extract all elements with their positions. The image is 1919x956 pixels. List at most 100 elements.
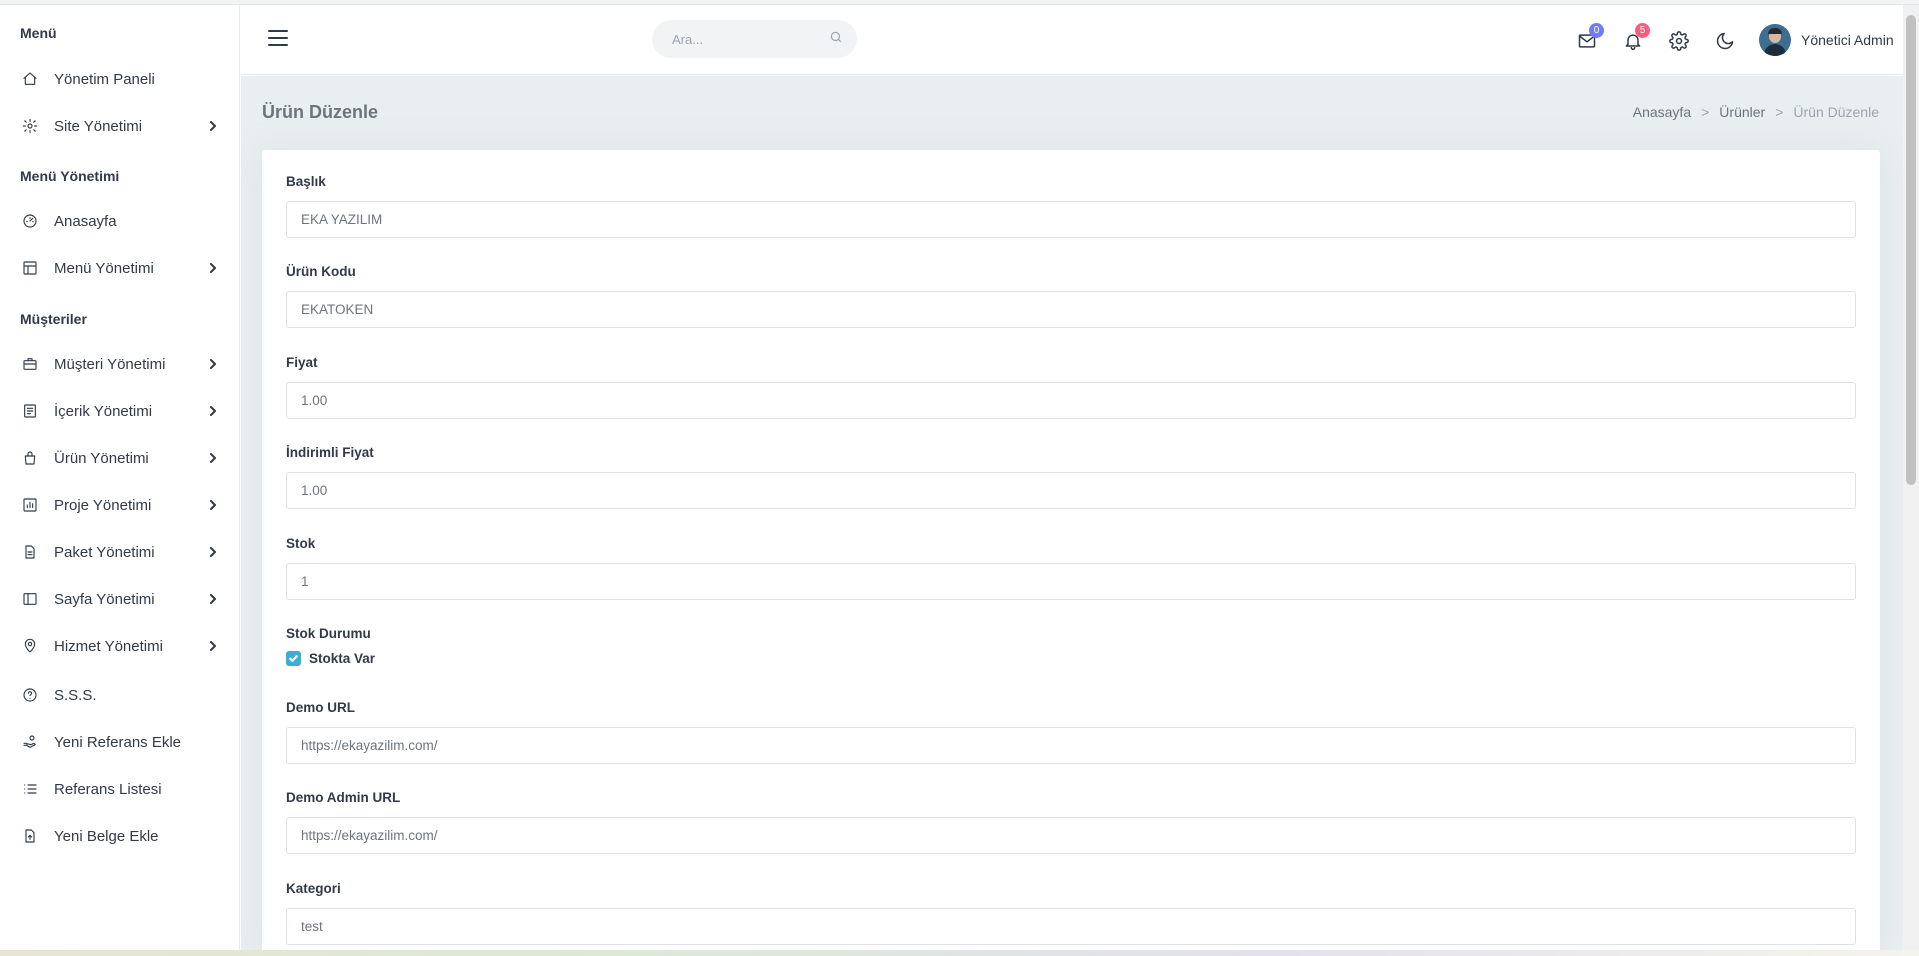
chevron-right-icon [206,498,220,512]
stokta-var-checkbox[interactable] [286,651,301,666]
indirimli-fiyat-label: İndirimli Fiyat [286,445,374,460]
sidebar-item-icerik-yonetimi[interactable]: İçerik Yönetimi [20,395,220,427]
user-menu[interactable]: Yönetici Admin [1759,22,1894,58]
avatar [1759,24,1791,56]
dashboard-icon [20,211,40,231]
sidebar-item-label: Müşteri Yönetimi [54,355,166,373]
gear-icon [20,116,40,136]
sidebar-section-title: Müşteriler [20,311,87,327]
menu-toggle-icon[interactable] [268,30,288,50]
home-icon [20,69,40,89]
sidebar-layout-icon [20,589,40,609]
help-circle-icon [20,685,40,705]
urun-kodu-input[interactable] [286,291,1856,328]
chevron-right-icon [206,545,220,559]
search-icon[interactable] [829,30,843,49]
form-group-urun-kodu: Ürün Kodu [286,264,1856,328]
sidebar-item-paket-yonetimi[interactable]: Paket Yönetimi [20,536,220,568]
fiyat-input[interactable] [286,382,1856,419]
sidebar-item-yeni-belge-ekle[interactable]: Yeni Belge Ekle [20,820,220,852]
sidebar-item-label: Hizmet Yönetimi [54,637,163,655]
topbar: 0 5 Yönetici Admin [241,5,1903,75]
chevron-right-icon [206,261,220,275]
sidebar-item-label: Paket Yönetimi [54,543,155,561]
stok-durumu-checkbox-row[interactable]: Stokta Var [286,651,1856,666]
kategori-input[interactable] [286,908,1856,945]
fiyat-label: Fiyat [286,355,318,370]
sidebar-item-label: Yeni Belge Ekle [54,827,159,845]
stok-input[interactable] [286,563,1856,600]
indirimli-fiyat-input[interactable] [286,472,1856,509]
form-group-demo-admin-url: Demo Admin URL [286,790,1856,854]
sidebar-item-site-yonetimi[interactable]: Site Yönetimi [20,110,220,142]
sidebar-item-label: Referans Listesi [54,780,162,798]
form-group-stok: Stok [286,536,1856,600]
sidebar-item-urun-yonetimi[interactable]: Ürün Yönetimi [20,442,220,474]
chevron-right-icon [206,451,220,465]
sidebar-item-label: S.S.S. [54,686,97,704]
scrollbar-thumb[interactable] [1906,15,1916,485]
mail-button[interactable]: 0 [1575,23,1604,53]
dark-mode-toggle[interactable] [1713,29,1737,53]
stok-durumu-label: Stok Durumu [286,626,371,641]
sidebar-section-title: Menü [20,25,57,41]
breadcrumb-home-link[interactable]: Anasayfa [1633,104,1691,120]
gear-icon [1669,31,1689,51]
sidebar-item-sss[interactable]: S.S.S. [20,679,220,711]
sidebar-item-label: Yeni Referans Ekle [54,733,182,751]
moon-icon [1716,32,1734,50]
stok-label: Stok [286,536,316,551]
sidebar-item-menu-yonetimi[interactable]: Menü Yönetimi [20,252,220,284]
stokta-var-label[interactable]: Stokta Var [309,651,375,666]
file-upload-icon [20,826,40,846]
sidebar-item-hizmet-yonetimi[interactable]: Hizmet Yönetimi [20,630,220,662]
sidebar-item-label: Yönetim Paneli [54,70,155,88]
sidebar-item-referans-listesi[interactable]: Referans Listesi [20,773,220,805]
demo-admin-url-label: Demo Admin URL [286,790,401,805]
form-group-kategori: Kategori [286,881,1856,945]
demo-url-input[interactable] [286,727,1856,764]
search-box [652,20,857,58]
breadcrumb: Anasayfa > Ürünler > Ürün Düzenle [1633,104,1879,120]
sidebar-item-sayfa-yonetimi[interactable]: Sayfa Yönetimi [20,583,220,615]
form-group-fiyat: Fiyat [286,355,1856,419]
breadcrumb-separator-icon: > [1701,104,1710,120]
notification-count-badge: 5 [1635,23,1650,38]
search-input[interactable] [672,31,829,47]
demo-url-label: Demo URL [286,700,356,715]
breadcrumb-products-link[interactable]: Ürünler [1719,104,1765,120]
sidebar: Menü Yönetim Paneli Site Yönetimi Menü Y… [0,5,240,950]
page-title: Ürün Düzenle [262,102,379,122]
file-icon [20,542,40,562]
sidebar-item-musteri-yonetimi[interactable]: Müşteri Yönetimi [20,348,220,380]
chevron-right-icon [206,404,220,418]
form-group-baslik: Başlık [286,174,1856,238]
sidebar-item-label: Site Yönetimi [54,117,143,135]
window-bottom-edge [0,950,1919,956]
chevron-right-icon [206,119,220,133]
content-icon [20,401,40,421]
main-content: Ürün Düzenle Anasayfa > Ürünler > Ürün D… [241,76,1903,956]
sidebar-item-label: Sayfa Yönetimi [54,590,155,608]
map-pin-icon [20,636,40,656]
sidebar-item-proje-yonetimi[interactable]: Proje Yönetimi [20,489,220,521]
hand-coins-icon [20,732,40,752]
settings-button[interactable] [1667,29,1691,53]
notifications-button[interactable]: 5 [1621,23,1650,53]
list-icon [20,779,40,799]
user-name: Yönetici Admin [1801,32,1894,48]
sidebar-item-label: Proje Yönetimi [54,496,152,514]
product-edit-form: Başlık Ürün Kodu Fiyat İndirimli Fiyat S… [262,150,1880,956]
sidebar-item-yonetim-paneli[interactable]: Yönetim Paneli [20,63,220,95]
sidebar-item-label: Ürün Yönetimi [54,449,149,467]
sidebar-section-title: Menü Yönetimi [20,168,120,184]
page-scrollbar[interactable] [1903,5,1919,950]
chevron-right-icon [206,592,220,606]
demo-admin-url-input[interactable] [286,817,1856,854]
breadcrumb-current: Ürün Düzenle [1793,104,1879,120]
baslik-input[interactable] [286,201,1856,238]
sidebar-item-anasayfa[interactable]: Anasayfa [20,205,220,237]
sidebar-item-yeni-referans-ekle[interactable]: Yeni Referans Ekle [20,726,220,758]
kategori-label: Kategori [286,881,341,896]
form-group-demo-url: Demo URL [286,700,1856,764]
